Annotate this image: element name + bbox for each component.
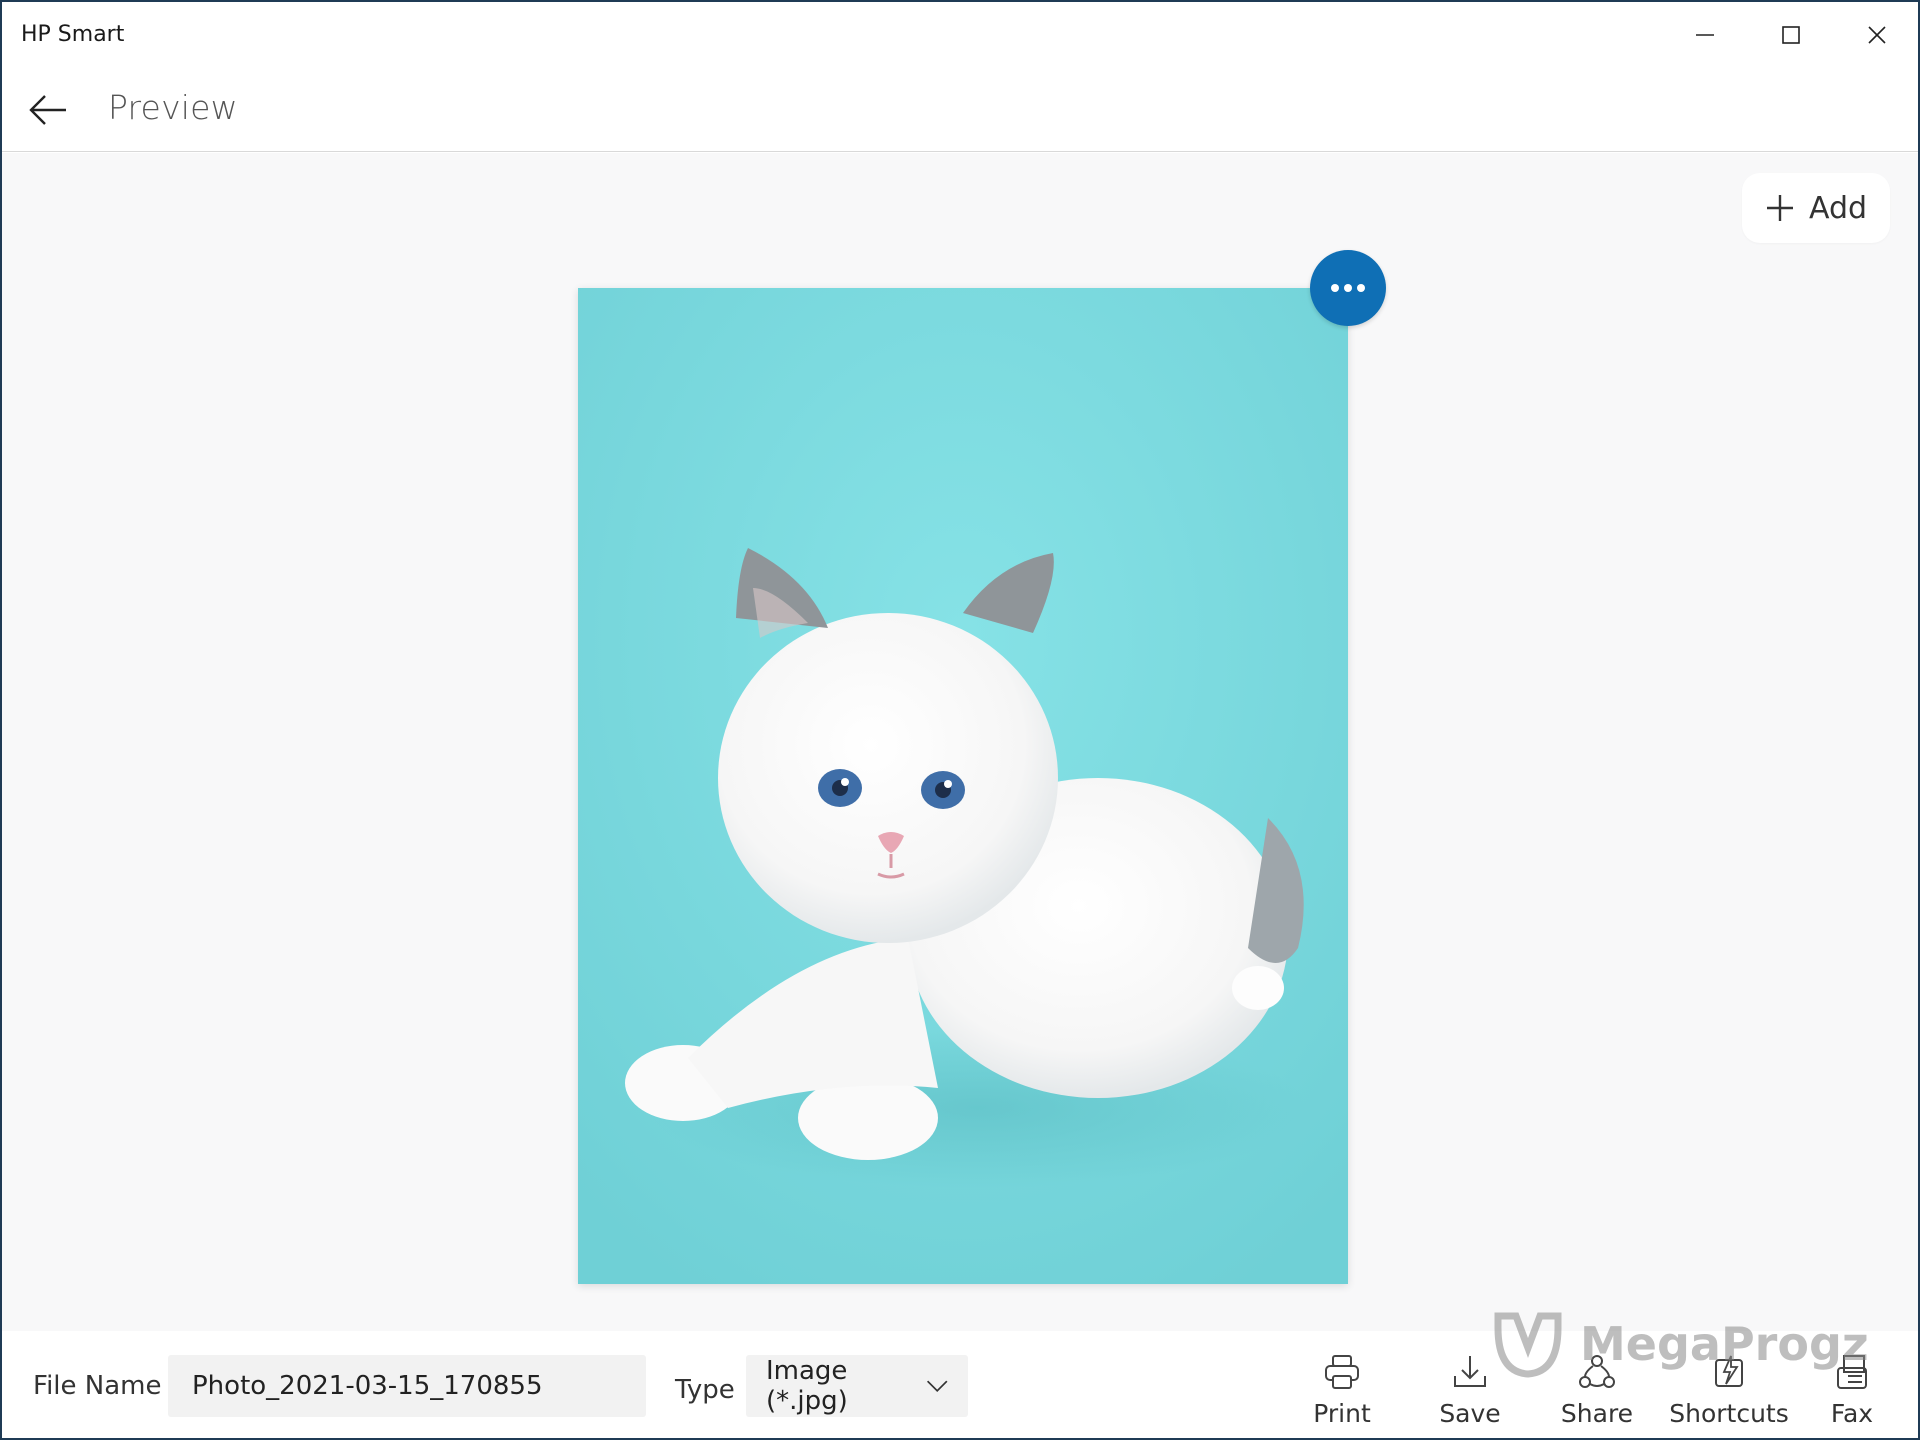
ellipsis-icon [1331, 284, 1365, 292]
preview-area: Add [2, 153, 1918, 1331]
app-window: HP Smart Preview Add File Name Photo_202… [0, 0, 1920, 1440]
share-icon [1579, 1355, 1615, 1388]
close-button[interactable] [1834, 2, 1918, 68]
print-label: Print [1313, 1399, 1371, 1428]
minimize-button[interactable] [1662, 2, 1748, 68]
fax-label: Fax [1830, 1399, 1874, 1428]
add-button-label: Add [1808, 190, 1868, 226]
file-type-value: Image (*.jpg) [766, 1356, 848, 1416]
file-name-field[interactable] [168, 1355, 646, 1417]
page-title: Preview [108, 88, 238, 127]
download-icon [1454, 1356, 1486, 1387]
bottom-toolbar: File Name Type Image (*.jpg) Print [2, 1331, 1918, 1438]
chevron-down-icon [926, 1380, 948, 1393]
fax-icon [1837, 1355, 1867, 1389]
print-button[interactable]: Print [1282, 1349, 1402, 1433]
add-button[interactable]: Add [1742, 173, 1890, 243]
kitten-photo [578, 288, 1348, 1284]
plus-icon [1766, 195, 1793, 221]
shortcuts-button[interactable]: Shortcuts [1664, 1349, 1794, 1433]
back-button[interactable] [24, 86, 72, 134]
share-label: Share [1560, 1399, 1634, 1428]
type-label: Type [675, 1375, 735, 1405]
save-button[interactable]: Save [1410, 1349, 1530, 1433]
printer-icon [1325, 1355, 1359, 1389]
close-icon [1868, 26, 1886, 44]
maximize-icon [1782, 26, 1800, 44]
shortcuts-icon [1715, 1355, 1743, 1387]
app-title: HP Smart [21, 22, 125, 47]
title-bar: HP Smart [2, 2, 1918, 68]
photo-preview[interactable] [578, 288, 1348, 1284]
fax-button[interactable]: Fax [1794, 1349, 1910, 1433]
arrow-left-icon [29, 95, 66, 125]
minimize-icon [1696, 34, 1714, 36]
maximize-button[interactable] [1748, 2, 1834, 68]
share-button[interactable]: Share [1537, 1349, 1657, 1433]
save-label: Save [1439, 1399, 1501, 1428]
page-header: Preview [2, 68, 1918, 152]
more-options-button[interactable] [1310, 250, 1386, 326]
shortcuts-label: Shortcuts [1669, 1399, 1789, 1428]
file-name-label: File Name [33, 1371, 162, 1401]
file-type-select[interactable]: Image (*.jpg) [746, 1355, 968, 1417]
